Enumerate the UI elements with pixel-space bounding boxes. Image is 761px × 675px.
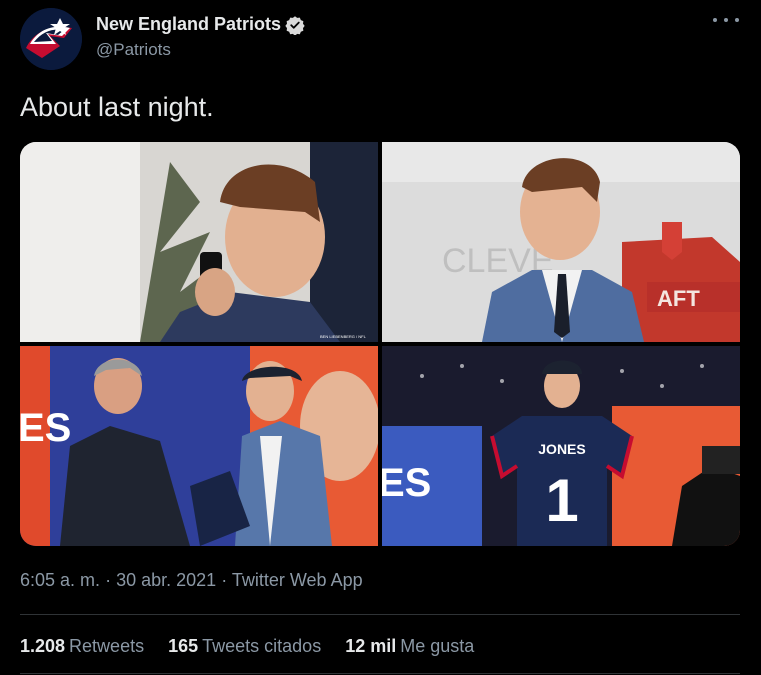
photo-4[interactable]: ES JONES 1 (382, 346, 740, 546)
avatar[interactable] (20, 8, 82, 70)
patriots-logo-icon (20, 8, 82, 70)
tweet-text: About last night. (20, 92, 214, 122)
tweet-meta: 6:05 a. m. · 30 abr. 2021 · Twitter Web … (20, 570, 363, 590)
divider (20, 673, 740, 674)
verified-badge-icon (285, 15, 305, 35)
tweet-timestamp-link[interactable]: 6:05 a. m. · 30 abr. 2021 (20, 570, 216, 590)
photo-2[interactable]: AFT CLEVE (382, 142, 740, 342)
tweet-date: 30 abr. 2021 (116, 570, 217, 590)
quote-tweets-stat[interactable]: 165 Tweets citados (168, 636, 321, 657)
svg-text:ES: ES (20, 406, 71, 450)
photo-1[interactable]: BEN LIEBENBERG / NFL (20, 142, 378, 342)
account-name[interactable]: New England Patriots (96, 14, 281, 35)
divider (20, 614, 740, 615)
svg-text:AFT: AFT (657, 286, 700, 311)
svg-text:ES: ES (382, 461, 431, 505)
more-options-icon[interactable] (713, 10, 739, 30)
likes-stat[interactable]: 12 mil Me gusta (345, 636, 474, 657)
jersey-name: JONES (538, 441, 585, 457)
jersey-number: 1 (545, 467, 578, 534)
retweets-stat[interactable]: 1.208 Retweets (20, 636, 144, 657)
photo-credit-1: BEN LIEBENBERG / NFL (320, 334, 367, 339)
tweet-stats: 1.208 Retweets 165 Tweets citados 12 mil Me… (20, 636, 498, 657)
tweet-source-link[interactable]: Twitter Web App (232, 570, 363, 590)
tweet-time: 6:05 a. m. (20, 570, 101, 590)
account-handle[interactable]: @Patriots (96, 40, 171, 60)
media-grid: BEN LIEBENBERG / NFL AFT CLEVE ES ES JON… (20, 142, 740, 546)
photo-3[interactable]: ES (20, 346, 378, 546)
